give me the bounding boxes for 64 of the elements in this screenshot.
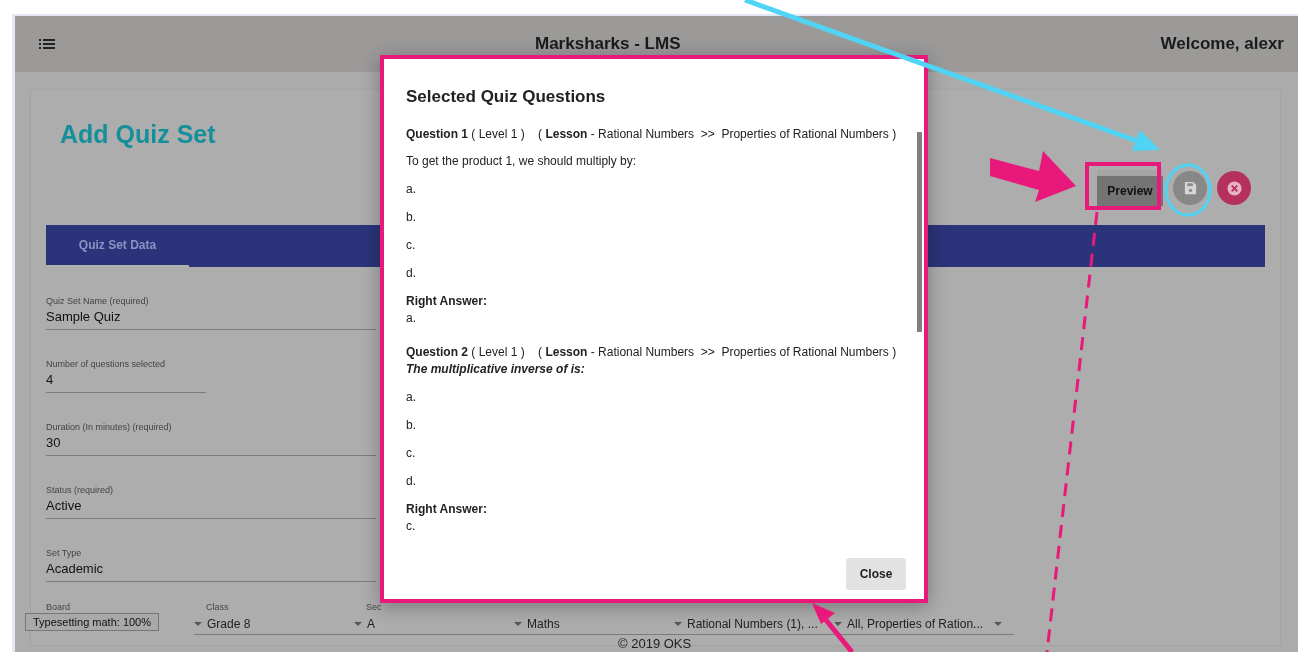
close-button[interactable]: Close [846,558,906,590]
field-value: 30 [46,435,62,450]
tab[interactable]: Quiz Set Data [46,225,189,267]
dropdown[interactable]: A [354,614,514,635]
option-label: b. [406,418,417,432]
dropdown-value: All, Properties of Ration... [847,617,984,631]
text-field[interactable]: Quiz Set Name (required) Sample Quiz [46,275,376,330]
question-text: To get the product 1, we should multiply by: [406,154,638,168]
caret-icon[interactable] [354,622,362,626]
welcome-text: Welcome, alexr [1160,34,1284,54]
field-label: Board [45,602,72,614]
dropdown[interactable]: Maths [514,614,674,635]
caret-icon[interactable] [514,622,522,626]
field-value: 4 [46,372,55,387]
answer-value: a. [406,311,417,325]
text-field[interactable]: Duration (In minutes) (required) 30 [46,401,376,456]
answer-label: Right Answer: [406,502,488,516]
dropdown-value: Rational Numbers (1), ... [687,617,818,631]
preview-button[interactable]: Preview [1097,170,1163,206]
caret-icon[interactable] [994,622,1002,626]
option-label: d. [406,474,417,488]
highlight-ellipse [1164,163,1212,217]
dropdown-value: Maths [527,617,560,631]
caret-icon[interactable] [834,622,842,626]
caret-icon[interactable] [194,622,202,626]
option-label: a. [406,182,417,196]
field-label: Number of questions selected [46,359,167,369]
status-badge: Typesetting math: 100% [25,613,159,631]
text-field[interactable]: Status (required) Active [46,464,376,519]
text-field[interactable]: Set Type Academic [46,527,376,582]
close-icon[interactable] [1226,180,1242,196]
field-label: Duration (In minutes) (required) [46,422,173,432]
question-heading: Question 2 ( Level 1 ) ( Lesson - Rational Numbers >> Properties of Rational Numbers ) [406,345,898,359]
answer-value: c. [406,519,417,533]
field-value: Sample Quiz [46,309,122,324]
dropdown[interactable]: Grade 8 [194,614,354,635]
question-heading: Question 1 ( Level 1 ) ( Lesson - Rational Numbers >> Properties of Rational Numbers ) [406,127,898,141]
save-button[interactable] [1173,171,1207,205]
caret-icon[interactable] [674,622,682,626]
field-label: Class [205,602,230,614]
dropdown-value: Grade 8 [207,617,251,631]
question-text: The multiplicative inverse of is: [406,362,586,376]
field-label: Status (required) [46,485,115,495]
app-title: Marksharks - LMS [534,34,682,54]
cancel-button[interactable] [1217,171,1251,205]
dialog-title: Selected Quiz Questions [406,87,607,107]
dropdown[interactable]: All, Properties of Ration... [834,614,994,635]
field-value: Academic [46,561,105,576]
option-label: c. [406,446,417,460]
answer-label: Right Answer: [406,294,488,308]
option-label: b. [406,210,417,224]
field-label: Set Type [46,548,83,558]
option-label: c. [406,238,417,252]
option-label: d. [406,266,417,280]
footer-text: © 2019 OKS [618,636,692,651]
menu-icon[interactable] [39,38,55,50]
field-label: Quiz Set Name (required) [46,296,150,306]
scrollbar-thumb[interactable] [917,132,922,332]
field-label: Sec [365,602,383,614]
option-label: a. [406,390,417,404]
dropdown-value: A [367,617,375,631]
page-title: Add Quiz Set [60,120,216,150]
text-field[interactable]: Number of questions selected 4 [46,338,206,393]
field-value: Active [46,498,83,513]
